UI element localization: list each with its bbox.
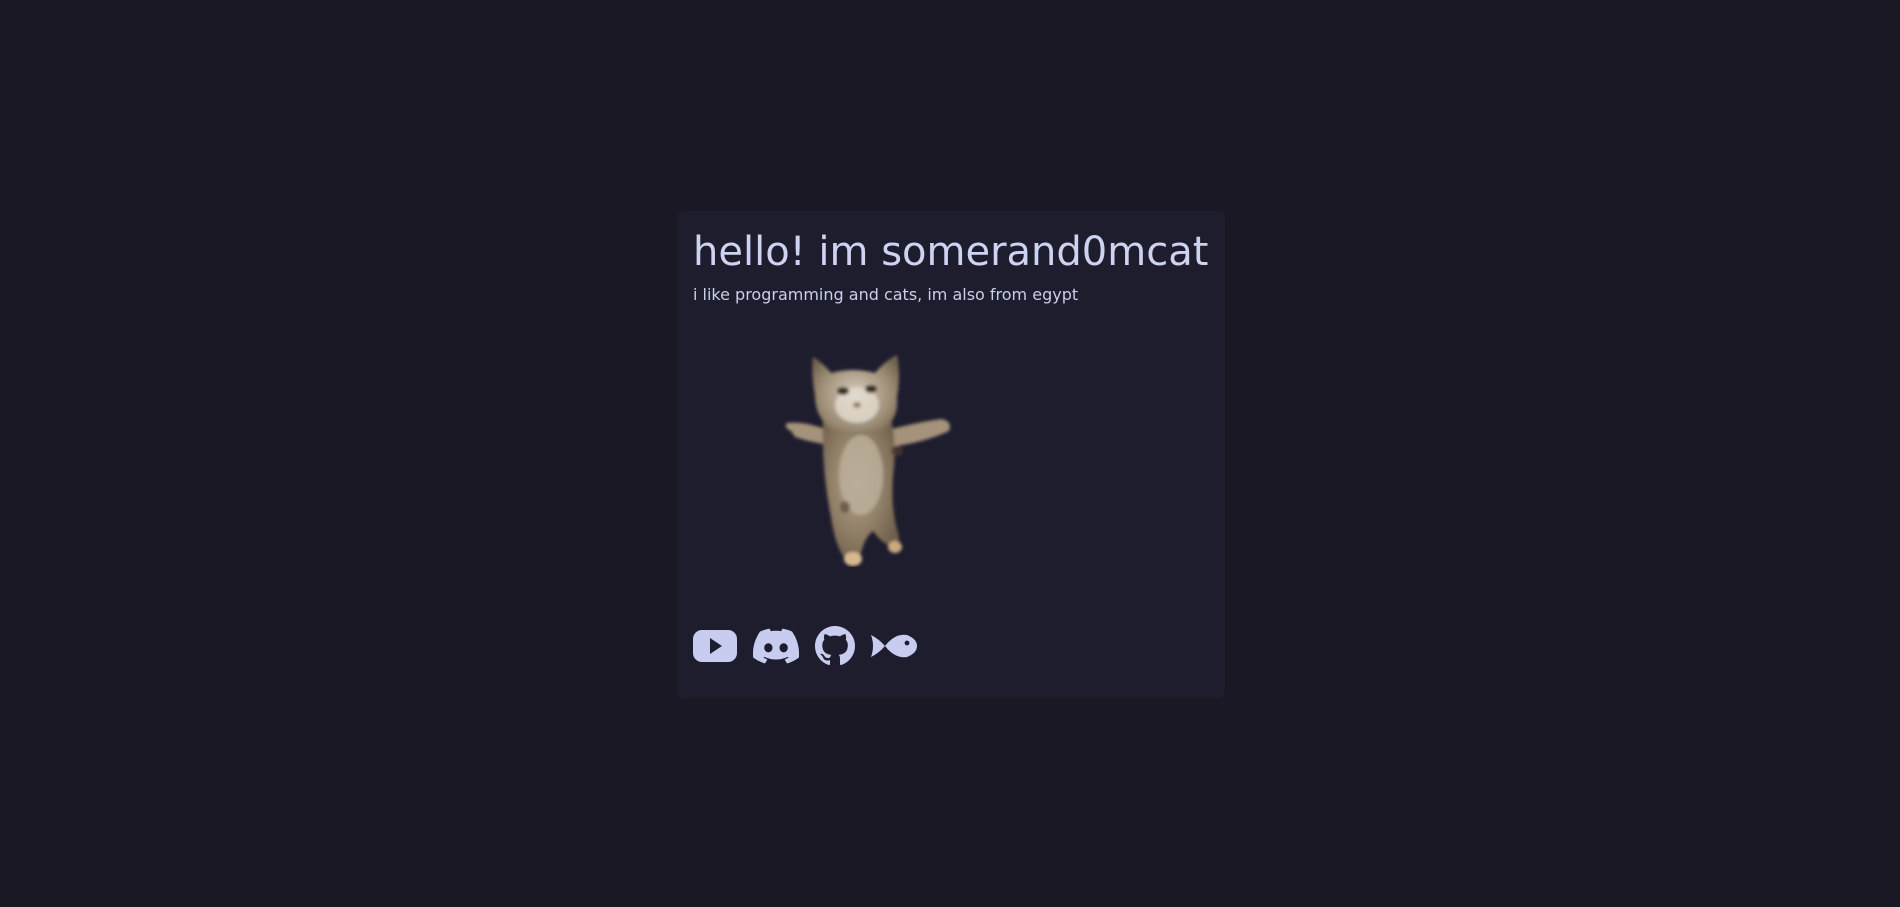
social-links [693, 623, 917, 669]
youtube-link[interactable] [693, 629, 737, 663]
github-link[interactable] [815, 626, 855, 666]
discord-link[interactable] [753, 628, 799, 664]
fish-icon [871, 634, 917, 658]
github-icon [815, 626, 855, 666]
fish-link[interactable] [871, 629, 917, 663]
youtube-icon [693, 630, 737, 662]
page-title: hello! im somerand0mcat [693, 229, 1209, 275]
dancing-cat-image [785, 355, 950, 566]
discord-icon [753, 628, 799, 664]
profile-card: hello! im somerand0mcat i like programmi… [677, 211, 1225, 698]
bio-text: i like programming and cats, im also fro… [693, 285, 1079, 304]
